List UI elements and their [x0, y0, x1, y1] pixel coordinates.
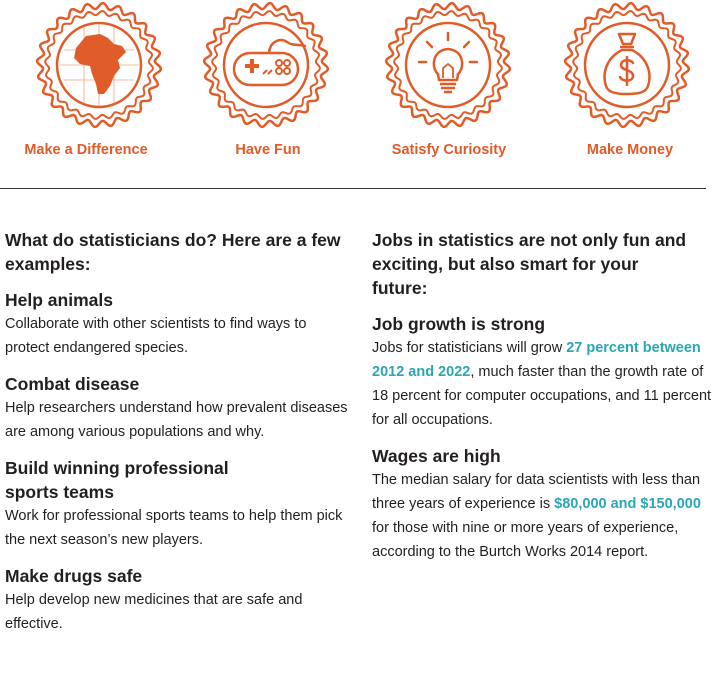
example-text-combat-disease: Help researchers understand how prevalen… [5, 400, 348, 440]
example-text-drugs-safe: Help develop new medicines that are safe… [5, 592, 303, 632]
lightbulb-icon [384, 1, 512, 129]
job-growth-text-start: Jobs for statisticians will grow [372, 340, 567, 356]
game-controller-icon [202, 1, 330, 129]
example-text-help-animals: Collaborate with other scientists to fin… [5, 316, 307, 356]
wages-heading: Wages are high [372, 446, 501, 466]
example-heading-help-animals: Help animals [5, 290, 113, 310]
badge-make-money [562, 0, 692, 132]
money-bag-icon [563, 1, 691, 129]
example-heading-combat-disease: Combat disease [5, 374, 140, 394]
job-growth-heading: Job growth is strong [372, 314, 546, 334]
example-heading-sports-teams: Build winning professional sports teams [5, 458, 229, 502]
examples-intro: What do statisticians do? Here are a few… [5, 230, 341, 274]
example-heading-drugs-safe: Make drugs safe [5, 566, 143, 586]
examples-column: What do statisticians do? Here are a few… [5, 228, 350, 648]
wages-text: The median salary for data scientists wi… [372, 468, 712, 564]
badge-make-a-difference [34, 0, 164, 132]
jobs-column: Jobs in statistics are not only fun and … [372, 228, 712, 576]
badge-have-fun [201, 0, 331, 132]
example-text-sports-teams: Work for professional sports teams to he… [5, 508, 343, 548]
badge-satisfy-curiosity [383, 0, 513, 132]
section-divider [0, 188, 706, 189]
africa-globe-icon [35, 1, 163, 129]
wages-highlight: $80,000 and $150,000 [554, 496, 701, 512]
badge-label-make-a-difference: Make a Difference [24, 142, 148, 158]
job-growth-text: Jobs for statisticians will grow 27 perc… [372, 336, 712, 432]
badge-label-satisfy-curiosity: Satisfy Curiosity [391, 142, 507, 158]
badge-label-make-money: Make Money [586, 142, 674, 158]
wages-text-end: for those with nine or more years of exp… [372, 520, 679, 560]
jobs-intro: Jobs in statistics are not only fun and … [372, 230, 687, 298]
badge-label-have-fun: Have Fun [235, 142, 301, 158]
